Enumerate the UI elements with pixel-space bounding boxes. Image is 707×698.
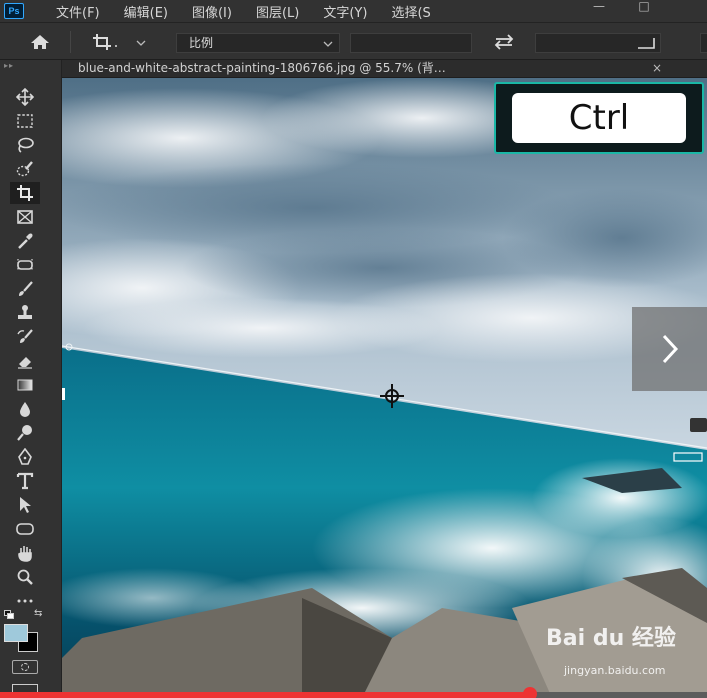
close-icon[interactable]: × [652, 60, 662, 78]
pen-icon [18, 448, 32, 465]
bandage-icon [17, 259, 33, 271]
eraser-tool[interactable] [10, 350, 40, 372]
frame-tool[interactable] [10, 206, 40, 228]
tools-panel: ▸▸ ⇆ [0, 60, 62, 698]
healing-tool[interactable] [10, 254, 40, 276]
foreground-color-swatch[interactable] [4, 624, 28, 642]
key-overlay: Ctrl [494, 82, 704, 154]
gradient-tool[interactable] [10, 374, 40, 396]
type-icon [16, 472, 34, 490]
quick-mask-button[interactable] [12, 660, 38, 674]
options-bar: 比例 清 [0, 22, 707, 60]
document-tab[interactable]: blue-and-white-abstract-painting-1806766… [62, 60, 707, 78]
rounded-rect-icon [16, 523, 34, 535]
arrow-icon [20, 497, 31, 513]
menu-select[interactable]: 选择(S [391, 2, 430, 21]
dodge-icon [17, 425, 32, 441]
dodge-tool[interactable] [10, 422, 40, 444]
progress-fill [0, 692, 531, 698]
swap-icon [494, 34, 514, 50]
app-logo-text: Ps [8, 6, 20, 16]
drop-icon [20, 402, 30, 417]
options-divider [70, 31, 71, 53]
maximize-icon: □ [638, 0, 650, 13]
shape-tool[interactable] [10, 518, 40, 540]
gradient-icon [17, 379, 33, 391]
crop-preset-button[interactable] [92, 33, 146, 51]
menu-bar: Ps 文件(F) 编辑(E) 图像(I) 图层(L) 文字(Y) 选择(S — … [0, 0, 707, 22]
color-swatches [4, 624, 50, 654]
chevron-right-icon [662, 334, 678, 364]
move-icon [16, 88, 34, 106]
eyedropper-tool[interactable] [10, 230, 40, 252]
menu-type[interactable]: 文字(Y) [323, 2, 367, 21]
menu-layer[interactable]: 图层(L) [256, 2, 299, 21]
move-tool[interactable] [10, 86, 40, 108]
photoshop-window: Ps 文件(F) 编辑(E) 图像(I) 图层(L) 文字(Y) 选择(S — … [0, 0, 707, 698]
swap-dimensions-button[interactable] [492, 33, 518, 51]
ellipsis-icon [17, 599, 33, 603]
chevron-down-icon [323, 41, 333, 47]
chevron-down-icon [136, 40, 146, 46]
home-icon [31, 35, 49, 49]
home-button[interactable] [28, 33, 52, 51]
watermark-brand: Bai du 经验 [546, 626, 676, 651]
quick-select-icon [16, 161, 33, 177]
progress-knob[interactable] [523, 687, 538, 698]
width-input[interactable] [350, 33, 472, 53]
menu-edit[interactable]: 编辑(E) [124, 2, 168, 21]
photo-image [62, 78, 707, 698]
type-tool[interactable] [10, 470, 40, 492]
ratio-select[interactable]: 比例 [176, 33, 340, 53]
history-brush-icon [17, 329, 33, 343]
hand-tool[interactable] [10, 542, 40, 564]
zoom-tool[interactable] [10, 566, 40, 588]
ratio-select-value: 比例 [189, 36, 214, 50]
marquee-icon [17, 114, 33, 128]
crop-icon [93, 34, 117, 50]
marquee-tool[interactable] [10, 110, 40, 132]
height-input[interactable] [535, 33, 661, 53]
path-select-tool[interactable] [10, 494, 40, 516]
brush-icon [19, 281, 33, 296]
blur-tool[interactable] [10, 398, 40, 420]
app-logo: Ps [4, 3, 24, 19]
swap-colors-icon[interactable]: ⇆ [34, 608, 42, 619]
menu-image[interactable]: 图像(I) [192, 2, 232, 21]
next-button[interactable] [632, 307, 707, 391]
document-canvas[interactable] [62, 78, 707, 698]
stamp-icon [18, 305, 32, 319]
crop-icon [17, 185, 33, 201]
eyedropper-icon [18, 233, 33, 249]
pen-tool[interactable] [10, 446, 40, 468]
default-colors-icon[interactable] [4, 610, 16, 620]
lasso-tool[interactable] [10, 134, 40, 156]
minimize-icon: — [593, 0, 605, 13]
brush-tool[interactable] [10, 278, 40, 300]
hand-icon [18, 546, 32, 562]
quick-mask-icon [21, 663, 29, 671]
menu-file[interactable]: 文件(F) [56, 2, 100, 21]
stamp-tool[interactable] [10, 302, 40, 324]
panel-grip-icon: ▸▸ [4, 61, 15, 70]
maximize-button[interactable]: □ [630, 0, 658, 13]
video-progress-bar[interactable] [0, 687, 707, 698]
resize-handle-icon [638, 38, 655, 49]
eraser-icon [18, 357, 32, 369]
watermark-url: jingyan.baidu.com [564, 664, 666, 677]
frame-icon [17, 210, 33, 224]
history-brush-tool[interactable] [10, 326, 40, 348]
lasso-icon [18, 137, 34, 153]
quick-select-tool[interactable] [10, 158, 40, 180]
minimize-button[interactable]: — [585, 0, 613, 13]
document-title: blue-and-white-abstract-painting-1806766… [78, 61, 446, 75]
baidu-watermark: Bai du 经验 jingyan.baidu.com [546, 620, 706, 680]
ctrl-key-label: Ctrl [512, 93, 686, 143]
crop-tool[interactable] [10, 182, 40, 204]
zoom-icon [17, 569, 33, 585]
clear-button[interactable]: 清 [700, 33, 707, 53]
